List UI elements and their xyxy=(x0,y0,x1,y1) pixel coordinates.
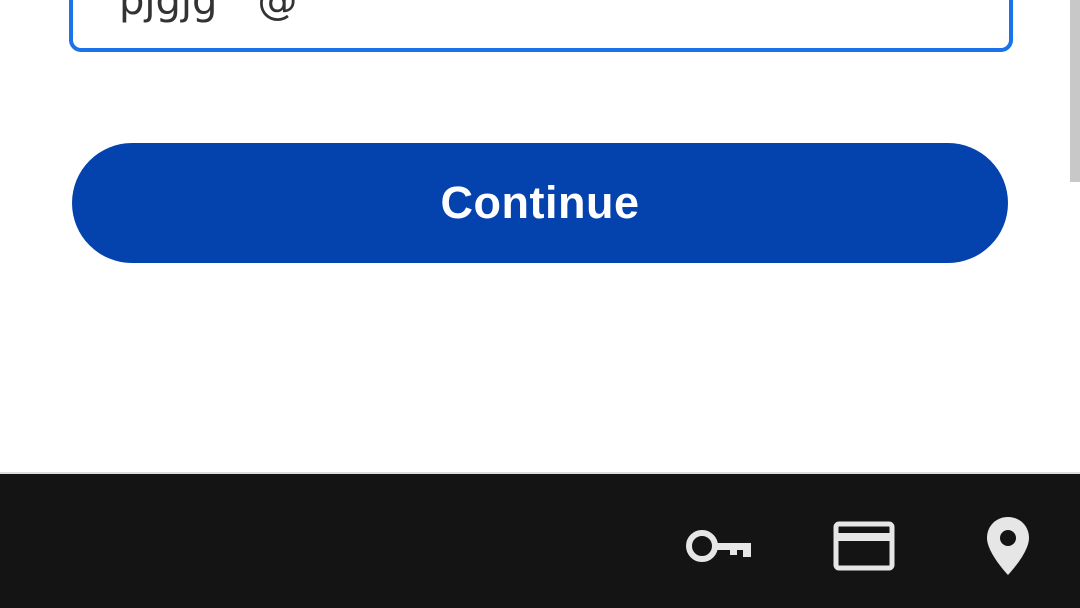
visibility-toggle-icon[interactable] xyxy=(929,0,973,10)
credit-card-icon[interactable] xyxy=(828,514,900,578)
screen: pjgjg @ Continue xyxy=(0,0,1080,608)
key-icon[interactable] xyxy=(684,514,756,578)
continue-button[interactable]: Continue xyxy=(72,143,1008,263)
input-value: pjgjg @ xyxy=(119,0,298,24)
form-area: pjgjg @ Continue xyxy=(0,0,1080,472)
location-pin-icon[interactable] xyxy=(972,514,1044,578)
autofill-accessory-bar xyxy=(0,472,1080,608)
input-field[interactable]: pjgjg @ xyxy=(69,0,1013,52)
scrollbar-thumb[interactable] xyxy=(1070,0,1080,182)
